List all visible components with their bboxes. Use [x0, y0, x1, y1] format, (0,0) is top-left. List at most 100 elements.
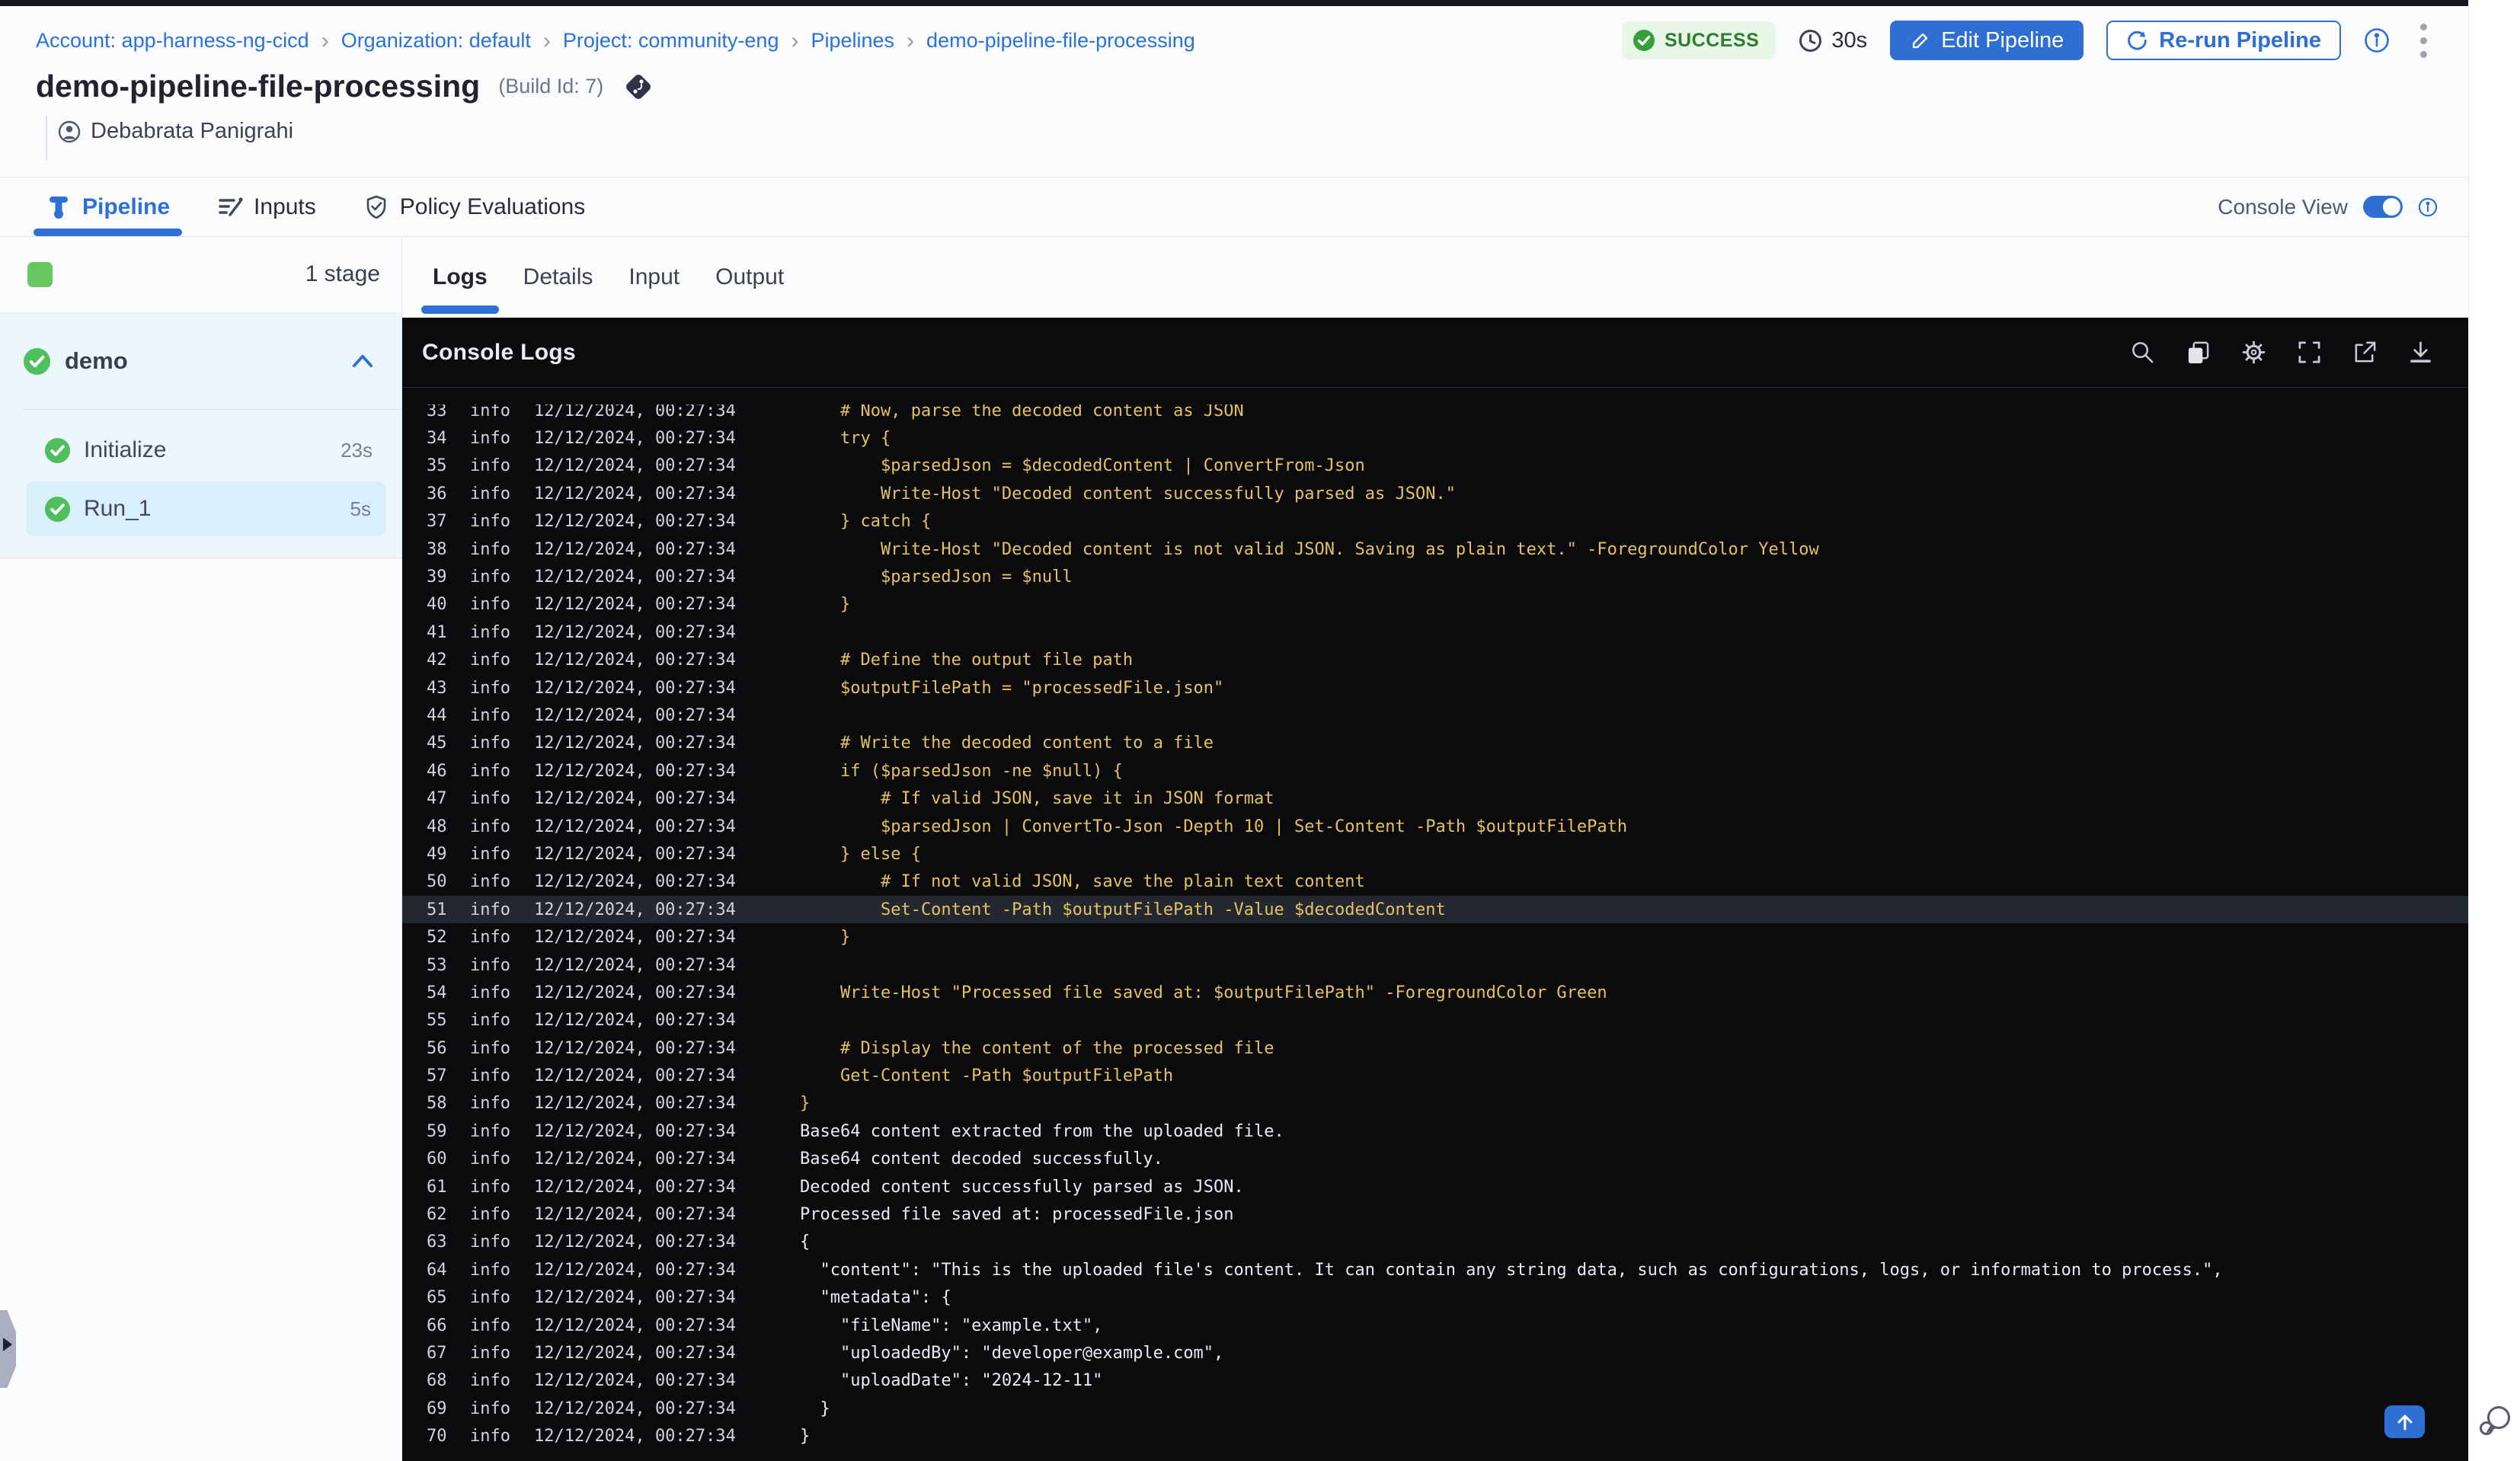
header-actions: SUCCESS 30s Edit Pipeline Re-run Pipelin…: [1621, 19, 2435, 62]
download-icon[interactable]: [2408, 340, 2433, 365]
console-view-control: Console View: [2218, 177, 2438, 237]
log-line[interactable]: 50 info 12/12/2024, 00:27:34 # If not vali…: [402, 868, 2468, 896]
duration: 30s: [1799, 28, 1867, 53]
breadcrumb-link[interactable]: Organization: default: [341, 29, 531, 53]
console-view-info-icon[interactable]: [2418, 197, 2438, 217]
pencil-icon: [1912, 33, 1928, 48]
console-log-rows: 33 info 12/12/2024, 00:27:34 # Now, parse …: [402, 404, 2468, 1450]
console-view-toggle[interactable]: [2363, 196, 2403, 218]
log-line[interactable]: 63 info 12/12/2024, 00:27:34{: [402, 1229, 2468, 1256]
step-success-icon: [44, 496, 71, 522]
log-line[interactable]: 62 info 12/12/2024, 00:27:34 Processed file…: [402, 1200, 2468, 1228]
console-panel: Console Logs 33 info 12/12/2024, 00:27:3…: [402, 318, 2468, 1461]
step-list: Initialize 23s Run_1 5s: [0, 410, 401, 536]
log-line[interactable]: 41 info 12/12/2024, 00:27:34: [402, 619, 2468, 646]
breadcrumb-separator: ›: [542, 28, 551, 53]
settings-gear-icon[interactable]: [2241, 340, 2266, 365]
log-line[interactable]: 61 info 12/12/2024, 00:27:34 Decoded conten…: [402, 1173, 2468, 1200]
tab-pipeline[interactable]: Pipeline: [33, 177, 183, 236]
tab-input[interactable]: Input: [628, 237, 680, 318]
log-line[interactable]: 39 info 12/12/2024, 00:27:34 $parsedJson =…: [402, 563, 2468, 590]
breadcrumb: Account: app-harness-ng-cicd › Organizatio…: [36, 29, 1195, 53]
search-icon[interactable]: [2130, 340, 2155, 365]
rerun-info-icon[interactable]: [2364, 27, 2390, 53]
log-line[interactable]: 46 info 12/12/2024, 00:27:34 if ($parsedJs…: [402, 757, 2468, 785]
stage-group-name: demo: [65, 347, 128, 374]
log-line[interactable]: 44 info 12/12/2024, 00:27:34: [402, 702, 2468, 729]
step-run-1[interactable]: Run_1 5s: [26, 481, 386, 536]
log-line[interactable]: 53 info 12/12/2024, 00:27:34: [402, 951, 2468, 979]
more-options-menu[interactable]: [2413, 19, 2435, 62]
step-initialize[interactable]: Initialize 23s: [0, 427, 401, 474]
log-line[interactable]: 58 info 12/12/2024, 00:27:34}: [402, 1090, 2468, 1117]
log-line[interactable]: 67 info 12/12/2024, 00:27:34 "uploadedBy":…: [402, 1339, 2468, 1367]
console-title: Console Logs: [422, 339, 576, 365]
clock-icon: [1799, 29, 1822, 52]
log-line[interactable]: 37 info 12/12/2024, 00:27:34 } catch {: [402, 508, 2468, 535]
log-line[interactable]: 68 info 12/12/2024, 00:27:34 "uploadDate":…: [402, 1367, 2468, 1395]
log-line[interactable]: 33 info 12/12/2024, 00:27:34 # Now, parse …: [402, 404, 2468, 424]
play-triangle-icon: [3, 1338, 12, 1351]
log-line[interactable]: 54 info 12/12/2024, 00:27:34 Write-Host "P…: [402, 979, 2468, 1006]
log-line[interactable]: 70 info 12/12/2024, 00:27:34}: [402, 1422, 2468, 1450]
log-line[interactable]: 51 info 12/12/2024, 00:27:34 Set-Content -…: [402, 896, 2468, 924]
support-chat-icon[interactable]: [2477, 1403, 2515, 1441]
fullscreen-icon[interactable]: [2297, 340, 2322, 365]
console-header: Console Logs: [402, 318, 2468, 388]
stage-summary-row: 1 stage: [0, 237, 401, 313]
tab-details[interactable]: Details: [523, 237, 593, 318]
title-row: demo-pipeline-file-processing (Build Id:…: [36, 69, 655, 104]
log-line[interactable]: 40 info 12/12/2024, 00:27:34 }: [402, 591, 2468, 619]
avatar: [58, 120, 81, 142]
tab-logs[interactable]: Logs: [421, 237, 499, 318]
log-line[interactable]: 45 info 12/12/2024, 00:27:34 # Write the d…: [402, 730, 2468, 757]
log-line[interactable]: 64 info 12/12/2024, 00:27:34 "content": "T…: [402, 1256, 2468, 1284]
step-name: Initialize: [84, 437, 167, 462]
author-row: Debabrata Panigrahi: [58, 119, 293, 144]
console-log-viewport[interactable]: 33 info 12/12/2024, 00:27:34 # Now, parse …: [402, 404, 2468, 1461]
tab-policy-evaluations[interactable]: Policy Evaluations: [363, 177, 585, 236]
log-line[interactable]: 59 info 12/12/2024, 00:27:34 Base64 content…: [402, 1117, 2468, 1145]
log-line[interactable]: 48 info 12/12/2024, 00:27:34 $parsedJson |…: [402, 813, 2468, 840]
log-line[interactable]: 60 info 12/12/2024, 00:27:34 Base64 content…: [402, 1146, 2468, 1173]
log-line[interactable]: 38 info 12/12/2024, 00:27:34 Write-Host "D…: [402, 535, 2468, 563]
log-line[interactable]: 49 info 12/12/2024, 00:27:34 } else {: [402, 840, 2468, 868]
success-check-icon: [1633, 30, 1655, 51]
log-line[interactable]: 66 info 12/12/2024, 00:27:34 "fileName": "…: [402, 1312, 2468, 1339]
log-line[interactable]: 65 info 12/12/2024, 00:27:34 "metadata": {: [402, 1284, 2468, 1312]
stage-count: 1 stage: [305, 261, 380, 286]
edit-pipeline-button[interactable]: Edit Pipeline: [1890, 21, 2084, 60]
open-in-new-icon[interactable]: [2352, 340, 2378, 365]
breadcrumb-link[interactable]: Account: app-harness-ng-cicd: [36, 29, 309, 53]
status-label: SUCCESS: [1664, 29, 1760, 51]
chevron-up-icon[interactable]: [351, 353, 374, 369]
right-rail: [2468, 0, 2520, 1461]
log-line[interactable]: 52 info 12/12/2024, 00:27:34 }: [402, 923, 2468, 951]
tab-output[interactable]: Output: [715, 237, 784, 318]
stage-status-square: [27, 262, 53, 287]
breadcrumb-link[interactable]: Pipelines: [811, 29, 894, 53]
stage-group-header[interactable]: demo: [0, 313, 401, 409]
log-line[interactable]: 69 info 12/12/2024, 00:27:34 }: [402, 1395, 2468, 1422]
log-line[interactable]: 55 info 12/12/2024, 00:27:34: [402, 1007, 2468, 1034]
harness-pipeline-execution-page: Account: app-harness-ng-cicd › Organizatio…: [0, 0, 2520, 1461]
step-success-icon: [44, 437, 71, 463]
tab-inputs[interactable]: Inputs: [217, 177, 316, 236]
log-line[interactable]: 56 info 12/12/2024, 00:27:34 # Display the…: [402, 1034, 2468, 1062]
log-line[interactable]: 43 info 12/12/2024, 00:27:34 $outputFilePa…: [402, 674, 2468, 702]
log-line[interactable]: 35 info 12/12/2024, 00:27:34 $parsedJson =…: [402, 452, 2468, 480]
scroll-to-top-button[interactable]: [2384, 1405, 2425, 1438]
inputs-icon: [219, 197, 243, 216]
breadcrumb-link[interactable]: demo-pipeline-file-processing: [926, 29, 1195, 53]
step-duration: 23s: [341, 438, 373, 462]
breadcrumb-link[interactable]: Project: community-eng: [563, 29, 779, 53]
log-line[interactable]: 47 info 12/12/2024, 00:27:34 # If valid JS…: [402, 785, 2468, 812]
execution-main-panel: Logs Details Input Output Console Logs 3…: [402, 237, 2468, 1461]
copy-icon[interactable]: [2186, 340, 2211, 365]
duration-value: 30s: [1831, 27, 1868, 53]
log-line[interactable]: 42 info 12/12/2024, 00:27:34 # Define the …: [402, 647, 2468, 674]
rerun-pipeline-button[interactable]: Re-run Pipeline: [2106, 21, 2341, 60]
log-line[interactable]: 34 info 12/12/2024, 00:27:34 try {: [402, 424, 2468, 452]
log-line[interactable]: 57 info 12/12/2024, 00:27:34 Get-Content -…: [402, 1062, 2468, 1089]
log-line[interactable]: 36 info 12/12/2024, 00:27:34 Write-Host "D…: [402, 480, 2468, 507]
